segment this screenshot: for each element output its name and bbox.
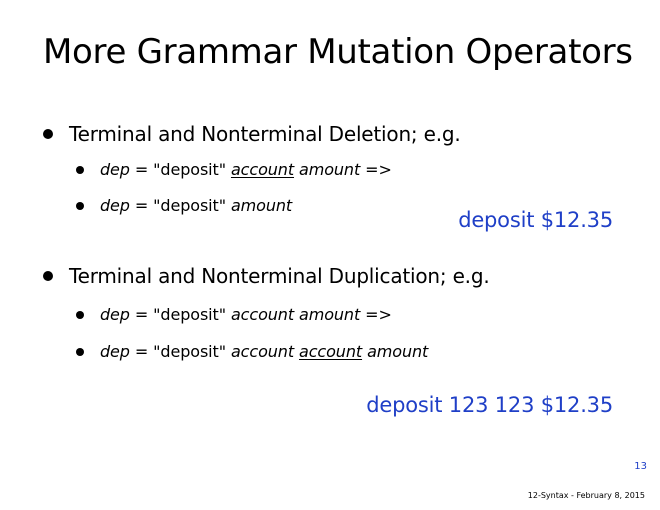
bullet-deletion: Terminal and Nonterminal Deletion; e.g. — [43, 122, 461, 146]
grammar-rule-duplication-before: dep = "deposit" account amount => — [100, 305, 392, 324]
nonterminal-account-highlight: account — [230, 160, 295, 179]
nonterminal-amount: amount — [230, 196, 293, 215]
nonterminal-amount: amount — [299, 160, 361, 179]
nonterminal-dep: dep — [100, 342, 130, 361]
bullet-dot-icon — [76, 165, 84, 174]
nonterminal-dep: dep — [100, 160, 130, 179]
equals-sign: = — [129, 196, 154, 215]
grammar-rule-deletion-after: dep = "deposit" amount — [100, 196, 292, 215]
slide-title: More Grammar Mutation Operators — [43, 32, 633, 72]
terminal-deposit: "deposit" — [153, 160, 226, 179]
bullet-dot-icon — [76, 347, 84, 356]
nonterminal-dep: dep — [100, 305, 130, 324]
terminal-deposit: "deposit" — [153, 196, 226, 215]
nonterminal-account: account — [230, 342, 295, 361]
slide-number: 13 — [634, 461, 647, 472]
sub-bullet-duplication-before: dep = "deposit" account amount => — [76, 305, 392, 324]
sub-bullet-deletion-after: dep = "deposit" amount — [76, 196, 292, 215]
grammar-rule-duplication-after: dep = "deposit" account account amount — [100, 342, 428, 361]
arrow: => — [360, 305, 392, 324]
bullet-dot-icon — [43, 271, 53, 281]
bullet-text-duplication: Terminal and Nonterminal Duplication; e.… — [69, 264, 490, 288]
nonterminal-amount: amount — [299, 305, 361, 324]
nonterminal-account-highlight: account — [299, 342, 363, 361]
sub-bullet-deletion-before: dep = "deposit" account amount => — [76, 160, 392, 179]
equals-sign: = — [129, 342, 154, 361]
terminal-deposit: "deposit" — [153, 305, 226, 324]
example-output-deletion: deposit $12.35 — [458, 208, 613, 232]
equals-sign: = — [129, 305, 154, 324]
arrow: => — [360, 160, 392, 179]
bullet-dot-icon — [76, 201, 84, 210]
nonterminal-account: account — [230, 305, 295, 324]
bullet-dot-icon — [76, 310, 84, 319]
bullet-dot-icon — [43, 129, 53, 139]
nonterminal-dep: dep — [100, 196, 130, 215]
bullet-text-deletion: Terminal and Nonterminal Deletion; e.g. — [69, 122, 461, 146]
bullet-duplication: Terminal and Nonterminal Duplication; e.… — [43, 264, 490, 288]
nonterminal-amount: amount — [367, 342, 429, 361]
example-output-duplication: deposit 123 123 $12.35 — [366, 393, 613, 417]
sub-bullet-duplication-after: dep = "deposit" account account amount — [76, 342, 428, 361]
slide-footer: 12-Syntax - February 8, 2015 — [527, 491, 645, 500]
grammar-rule-deletion-before: dep = "deposit" account amount => — [100, 160, 392, 179]
equals-sign: = — [129, 160, 154, 179]
terminal-deposit: "deposit" — [153, 342, 226, 361]
